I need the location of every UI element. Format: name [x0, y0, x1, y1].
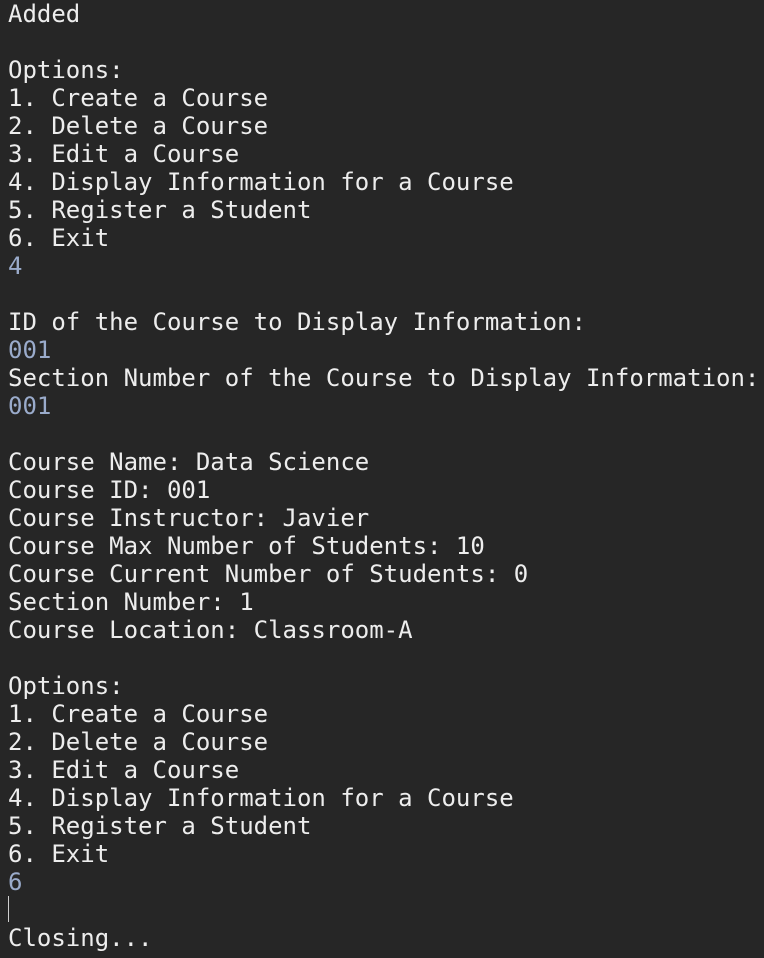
terminal-output-line: Course ID: 001 — [8, 476, 211, 504]
terminal-input-line: 001 — [8, 336, 52, 364]
terminal-input-line: 4 — [8, 252, 23, 280]
terminal-output-line: 5. Register a Student — [8, 812, 312, 840]
terminal-output-line: 4. Display Information for a Course — [8, 784, 514, 812]
terminal-output-line: Added — [8, 0, 81, 28]
terminal-output-line: Course Instructor: Javier — [8, 504, 370, 532]
terminal-output-line: 1. Create a Course — [8, 84, 269, 112]
terminal-output-line: Closing... — [8, 924, 153, 952]
terminal-output-line: 2. Delete a Course — [8, 728, 269, 756]
terminal-output-line: Section Number: 1 — [8, 588, 254, 616]
terminal-output-line: Section Number of the Course to Display … — [8, 364, 760, 392]
terminal-output-line: 1. Create a Course — [8, 700, 269, 728]
terminal-output-line: 6. Exit — [8, 224, 110, 252]
terminal-output-line: 2. Delete a Course — [8, 112, 269, 140]
text-cursor — [8, 896, 9, 922]
terminal-output-line: Options: — [8, 672, 124, 700]
terminal-output-line: Course Name: Data Science — [8, 448, 370, 476]
terminal-input-line: 6 — [8, 868, 23, 896]
terminal-output-line: ID of the Course to Display Information: — [8, 308, 586, 336]
terminal-output-line: 3. Edit a Course — [8, 140, 240, 168]
terminal-output-line: 3. Edit a Course — [8, 756, 240, 784]
terminal-output-line: Course Location: Classroom-A — [8, 616, 413, 644]
terminal-output[interactable]: Added Options: 1. Create a Course 2. Delete… — [8, 0, 762, 958]
terminal-output-line: 5. Register a Student — [8, 196, 312, 224]
terminal-output-line: Course Max Number of Students: 10 — [8, 532, 485, 560]
terminal-input-line: 001 — [8, 392, 52, 420]
terminal-output-line: Course Current Number of Students: 0 — [8, 560, 529, 588]
terminal-output-line: 4. Display Information for a Course — [8, 168, 514, 196]
terminal-output-line: Options: — [8, 56, 124, 84]
terminal-cursor-line — [8, 896, 762, 924]
terminal-output-line: 6. Exit — [8, 840, 110, 868]
